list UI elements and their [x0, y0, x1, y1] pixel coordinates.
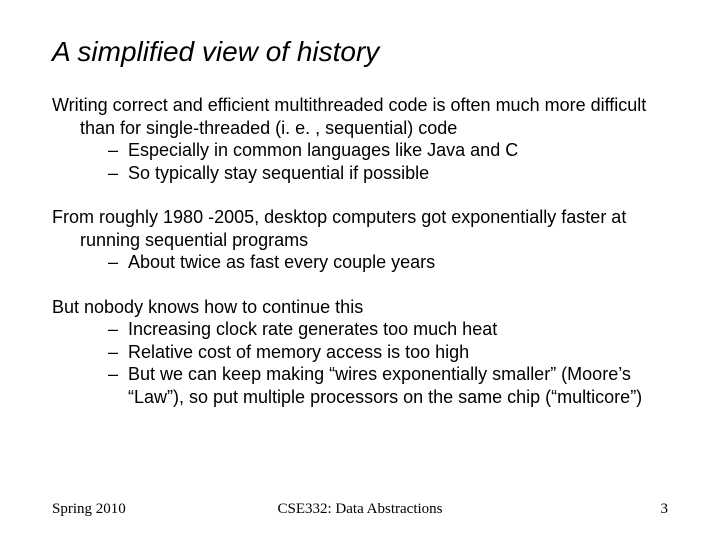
list-item: About twice as fast every couple years	[108, 251, 668, 274]
slide-footer: Spring 2010 CSE332: Data Abstractions 3	[52, 501, 668, 518]
slide: A simplified view of history Writing cor…	[0, 0, 720, 540]
paragraph-2: From roughly 1980 -2005, desktop compute…	[52, 206, 668, 274]
list-item: Relative cost of memory access is too hi…	[108, 341, 668, 364]
para-3-lead: But nobody knows how to continue this	[52, 296, 668, 319]
footer-right: 3	[661, 501, 669, 518]
list-item: Increasing clock rate generates too much…	[108, 318, 668, 341]
footer-center: CSE332: Data Abstractions	[278, 501, 443, 518]
paragraph-3: But nobody knows how to continue this In…	[52, 296, 668, 409]
paragraph-1: Writing correct and efficient multithrea…	[52, 94, 668, 184]
para-3-sublist: Increasing clock rate generates too much…	[52, 318, 668, 408]
list-item: Especially in common languages like Java…	[108, 139, 668, 162]
list-item: But we can keep making “wires exponentia…	[108, 363, 668, 408]
para-1-sublist: Especially in common languages like Java…	[52, 139, 668, 184]
para-2-lead: From roughly 1980 -2005, desktop compute…	[52, 206, 668, 251]
slide-body: Writing correct and efficient multithrea…	[52, 94, 668, 408]
para-2-sublist: About twice as fast every couple years	[52, 251, 668, 274]
list-item: So typically stay sequential if possible	[108, 162, 668, 185]
footer-left: Spring 2010	[52, 501, 126, 518]
para-1-lead: Writing correct and efficient multithrea…	[52, 94, 668, 139]
slide-title: A simplified view of history	[52, 36, 668, 68]
